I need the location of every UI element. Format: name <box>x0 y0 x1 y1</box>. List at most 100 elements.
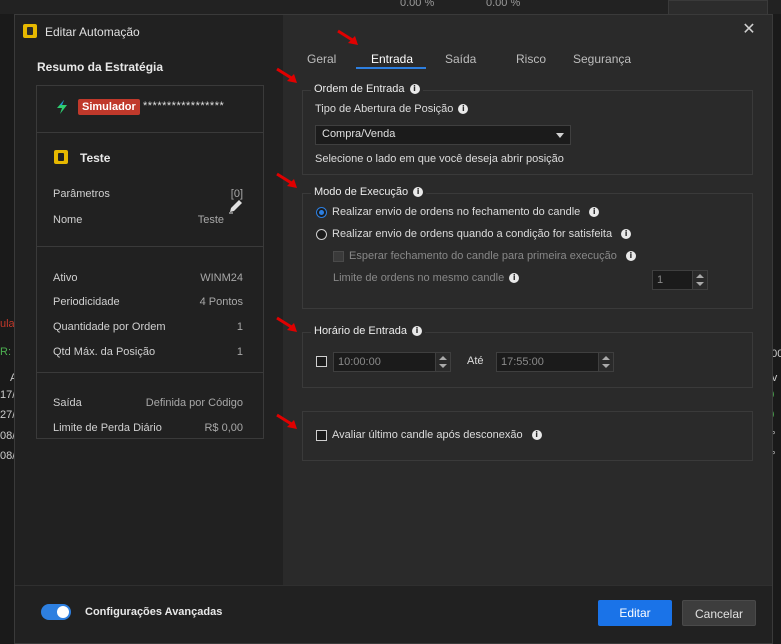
wait-first-checkbox[interactable] <box>333 251 344 262</box>
annotation-arrow-icon <box>337 29 358 45</box>
summary-key: Qtd Máx. da Posição <box>53 346 156 358</box>
summary-divider <box>37 246 263 247</box>
edit-button[interactable]: Editar <box>598 600 672 626</box>
tab-security[interactable]: Segurança <box>573 52 631 66</box>
info-icon[interactable]: i <box>621 229 632 239</box>
summary-value: 4 Pontos <box>199 296 243 308</box>
section-title: Horário de Entrada <box>314 325 407 337</box>
info-icon[interactable]: i <box>625 251 636 261</box>
tab-exit[interactable]: Saída <box>445 52 476 66</box>
advanced-settings-toggle[interactable] <box>41 604 71 620</box>
info-icon[interactable]: i <box>458 104 469 114</box>
stepper-value: 1 <box>657 274 664 286</box>
entry-order-section: Ordem de Entrada i Tipo de Abertura de P… <box>302 83 753 175</box>
chevron-down-icon <box>556 133 564 138</box>
summary-key: Periodicidade <box>53 296 120 308</box>
info-icon[interactable]: i <box>589 207 600 217</box>
summary-key: Parâmetros <box>53 188 110 200</box>
limit-orders-stepper[interactable]: 1 <box>652 270 708 290</box>
stepper-arrows-icon[interactable] <box>435 353 450 371</box>
option-candle-close-label[interactable]: Realizar envio de ordens no fechamento d… <box>332 206 600 218</box>
entry-order-legend: Ordem de Entrada i <box>311 83 423 95</box>
annotation-arrow-icon <box>276 316 297 332</box>
strategy-summary-pane: Editar Automação Resumo da Estratégia Si… <box>15 15 283 585</box>
limit-orders-label: Limite de ordens no mesmo candle i <box>333 272 520 284</box>
summary-value: 1 <box>236 346 243 358</box>
summary-value: R$ 0,00 <box>204 422 243 434</box>
entry-time-checkbox[interactable] <box>316 356 327 367</box>
dialog-footer: Configurações Avançadas Editar Cancelar <box>15 585 772 643</box>
active-tab-indicator <box>356 67 426 69</box>
annotation-arrow-icon <box>276 413 297 429</box>
strategy-icon <box>54 150 68 164</box>
stepper-arrows-icon[interactable] <box>692 271 707 289</box>
position-type-label: Tipo de Abertura de Posição i <box>315 103 469 115</box>
reconnect-section: Avaliar último candle após desconexão i <box>302 411 753 461</box>
option-condition-label[interactable]: Realizar envio de ordens quando a condiç… <box>332 228 632 240</box>
background-toolbar: 0.00 % 0.00 % <box>0 0 781 16</box>
settings-pane: ✕ Geral Entrada Saída Risco Segurança Or… <box>276 15 772 585</box>
summary-value: WINM24 <box>200 272 243 284</box>
summary-title: Resumo da Estratégia <box>37 60 164 74</box>
account-masked: ***************** <box>143 100 225 112</box>
stepper-arrows-icon[interactable] <box>598 353 613 371</box>
info-icon[interactable]: i <box>531 430 542 440</box>
pencil-edit-icon[interactable] <box>228 198 244 214</box>
info-icon[interactable]: i <box>411 326 422 336</box>
field-label: Limite de ordens no mesmo candle <box>333 272 505 284</box>
radio-on-candle-close[interactable] <box>316 207 327 218</box>
summary-key: Saída <box>53 397 82 409</box>
execution-mode-legend: Modo de Execução i <box>311 186 427 198</box>
summary-divider <box>37 372 263 373</box>
tab-risk[interactable]: Risco <box>516 52 546 66</box>
annotation-arrow-icon <box>276 172 297 188</box>
annotation-arrow-icon <box>276 67 297 83</box>
entry-time-legend: Horário de Entrada i <box>311 325 425 337</box>
reconnect-checkbox[interactable] <box>316 430 327 441</box>
dialog-title-bar: Editar Automação <box>15 15 283 49</box>
edit-automation-dialog: Editar Automação Resumo da Estratégia Si… <box>14 14 773 644</box>
hint-text: Selecione o lado em que você deseja abri… <box>315 153 564 165</box>
section-title: Modo de Execução <box>314 186 409 198</box>
field-label: Até <box>467 355 484 367</box>
execution-mode-section: Modo de Execução i Realizar envio de ord… <box>302 186 753 309</box>
tab-entry[interactable]: Entrada <box>371 52 413 66</box>
info-icon[interactable]: i <box>409 84 420 94</box>
option-text: Avaliar último candle após desconexão <box>332 429 523 441</box>
position-hint: Selecione o lado em que você deseja abri… <box>315 153 564 165</box>
until-label: Até <box>467 355 484 367</box>
end-time-input[interactable]: 17:55:00 <box>496 352 614 372</box>
tab-general[interactable]: Geral <box>307 52 336 66</box>
reconnect-label[interactable]: Avaliar último candle após desconexão i <box>332 429 542 441</box>
info-icon[interactable]: i <box>413 187 424 197</box>
strategy-name: Teste <box>80 151 111 165</box>
cancel-button[interactable]: Cancelar <box>682 600 756 626</box>
background-fragment: R: <box>0 346 11 358</box>
summary-key: Quantidade por Ordem <box>53 321 166 333</box>
option-text: Esperar fechamento do candle para primei… <box>349 250 617 262</box>
time-value: 10:00:00 <box>338 356 381 368</box>
option-text: Realizar envio de ordens quando a condiç… <box>332 228 613 240</box>
summary-value: 1 <box>236 321 243 333</box>
field-label: Tipo de Abertura de Posição <box>315 103 454 115</box>
background-pct-right: 0.00 % <box>486 0 521 9</box>
summary-value: Definida por Código <box>145 397 243 409</box>
simulator-badge: Simulador <box>78 99 140 115</box>
close-icon: ✕ <box>742 21 756 38</box>
account-row: Simulador ***************** <box>37 86 263 133</box>
background-pct-left: 0.00 % <box>400 0 435 9</box>
summary-key: Nome <box>53 214 83 226</box>
position-type-select[interactable]: Compra/Venda <box>315 125 571 145</box>
summary-key: Ativo <box>53 272 78 284</box>
option-text: Realizar envio de ordens no fechamento d… <box>332 206 581 218</box>
lightning-icon <box>57 100 67 114</box>
radio-on-condition[interactable] <box>316 229 327 240</box>
close-button[interactable]: ✕ <box>740 21 758 39</box>
entry-time-section: Horário de Entrada i 10:00:00 Até 17:55:… <box>302 325 753 388</box>
select-value: Compra/Venda <box>322 128 396 140</box>
summary-box: Simulador ***************** Teste Parâme… <box>36 85 264 439</box>
start-time-input[interactable]: 10:00:00 <box>333 352 451 372</box>
app-logo-icon <box>23 24 37 38</box>
info-icon[interactable]: i <box>509 273 520 283</box>
advanced-settings-label: Configurações Avançadas <box>85 606 223 618</box>
